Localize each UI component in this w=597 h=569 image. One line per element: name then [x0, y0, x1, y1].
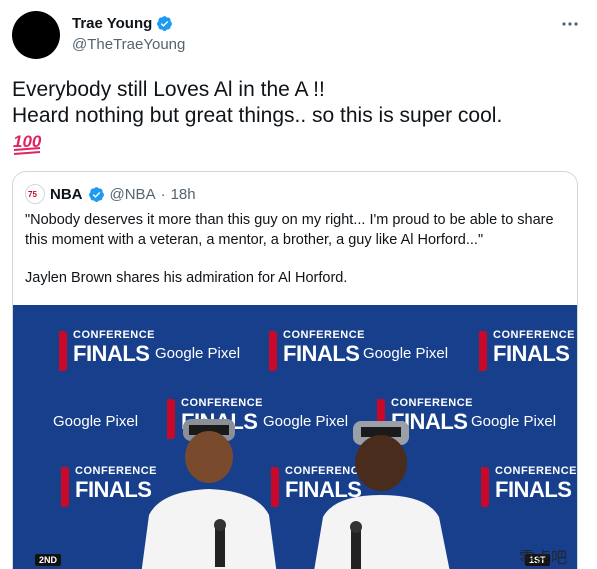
conference-finals-logo: CONFERENCE FINALS	[471, 327, 575, 379]
quote-timestamp[interactable]: 18h	[171, 186, 196, 203]
ellipsis-icon[interactable]	[561, 14, 579, 28]
watermark: 零点吧	[518, 548, 567, 567]
svg-text:75: 75	[28, 190, 37, 199]
left-badge: 2ND	[35, 554, 62, 566]
tweet: Trae Young @TheTraeYoung Everybody still…	[0, 0, 597, 569]
backdrop-title-bottom: FINALS	[73, 341, 150, 366]
backdrop-title-top: CONFERENCE	[73, 329, 156, 341]
backdrop-title-bottom: FINALS	[493, 341, 570, 366]
backdrop-title-bottom: FINALS	[283, 341, 360, 366]
nba-logo-icon	[473, 467, 489, 507]
nba-logo-icon	[53, 467, 69, 507]
author-name-row: Trae Young	[72, 13, 185, 33]
quoted-tweet[interactable]: 75 NBA @NBA · 18h "Nobody deserves it mo…	[12, 171, 578, 569]
nba-logo-icon	[51, 331, 67, 371]
sponsor-text: Google Pixel	[363, 345, 449, 362]
more-dots-icon	[562, 22, 578, 26]
verified-badge-icon	[157, 15, 173, 31]
sponsor-text: Google Pixel	[53, 413, 139, 430]
backdrop-title-top: CONFERENCE	[181, 397, 264, 409]
backdrop-title-top: CONFERENCE	[283, 329, 366, 341]
quote-text: "Nobody deserves it more than this guy o…	[25, 210, 565, 306]
sponsor-text: Google Pixel	[471, 413, 557, 430]
conference-finals-logo: CONFERENCE FINALS	[51, 327, 155, 379]
quote-paragraph: Jaylen Brown shares his admiration for A…	[25, 270, 348, 286]
conference-finals-logo: CONFERENCE FINALS	[261, 327, 365, 379]
verified-badge-icon	[88, 186, 104, 202]
quote-media-image[interactable]: CONFERENCE FINALS Google Pixel CONFERENC…	[13, 305, 577, 569]
backdrop-title-top: CONFERENCE	[391, 397, 474, 409]
quote-header: 75 NBA @NBA · 18h	[25, 184, 196, 204]
nba-logo-icon	[261, 331, 277, 371]
player-right-figure	[314, 421, 450, 569]
quote-author-handle[interactable]: @NBA	[110, 186, 156, 203]
conference-finals-logo: CONFERENCE FINALS	[53, 463, 157, 515]
nba-logo-icon	[471, 331, 487, 371]
player-left-figure	[141, 419, 277, 569]
quote-author-name[interactable]: NBA	[50, 186, 83, 203]
author-name[interactable]: Trae Young	[72, 15, 152, 32]
hundred-points-emoji-icon: 100	[13, 132, 42, 155]
author-handle[interactable]: @TheTraeYoung	[72, 36, 185, 53]
backdrop-title-bottom: FINALS	[495, 477, 572, 502]
tweet-text-line: Heard nothing but great things.. so this…	[12, 104, 503, 127]
tweet-text-line: Everybody still Loves Al in the A !!	[12, 78, 325, 101]
quote-paragraph: "Nobody deserves it more than this guy o…	[25, 212, 554, 248]
tweet-text: Everybody still Loves Al in the A !! Hea…	[12, 77, 587, 129]
backdrop-title-top: CONFERENCE	[495, 465, 578, 477]
avatar[interactable]	[12, 11, 60, 59]
backdrop-title-top: CONFERENCE	[493, 329, 576, 341]
sponsor-text: Google Pixel	[155, 345, 241, 362]
author-block: Trae Young @TheTraeYoung	[72, 13, 185, 54]
nba-avatar-icon[interactable]: 75	[25, 184, 45, 204]
quote-separator: ·	[160, 185, 166, 203]
conference-finals-logo: CONFERENCE FINALS	[473, 463, 577, 515]
